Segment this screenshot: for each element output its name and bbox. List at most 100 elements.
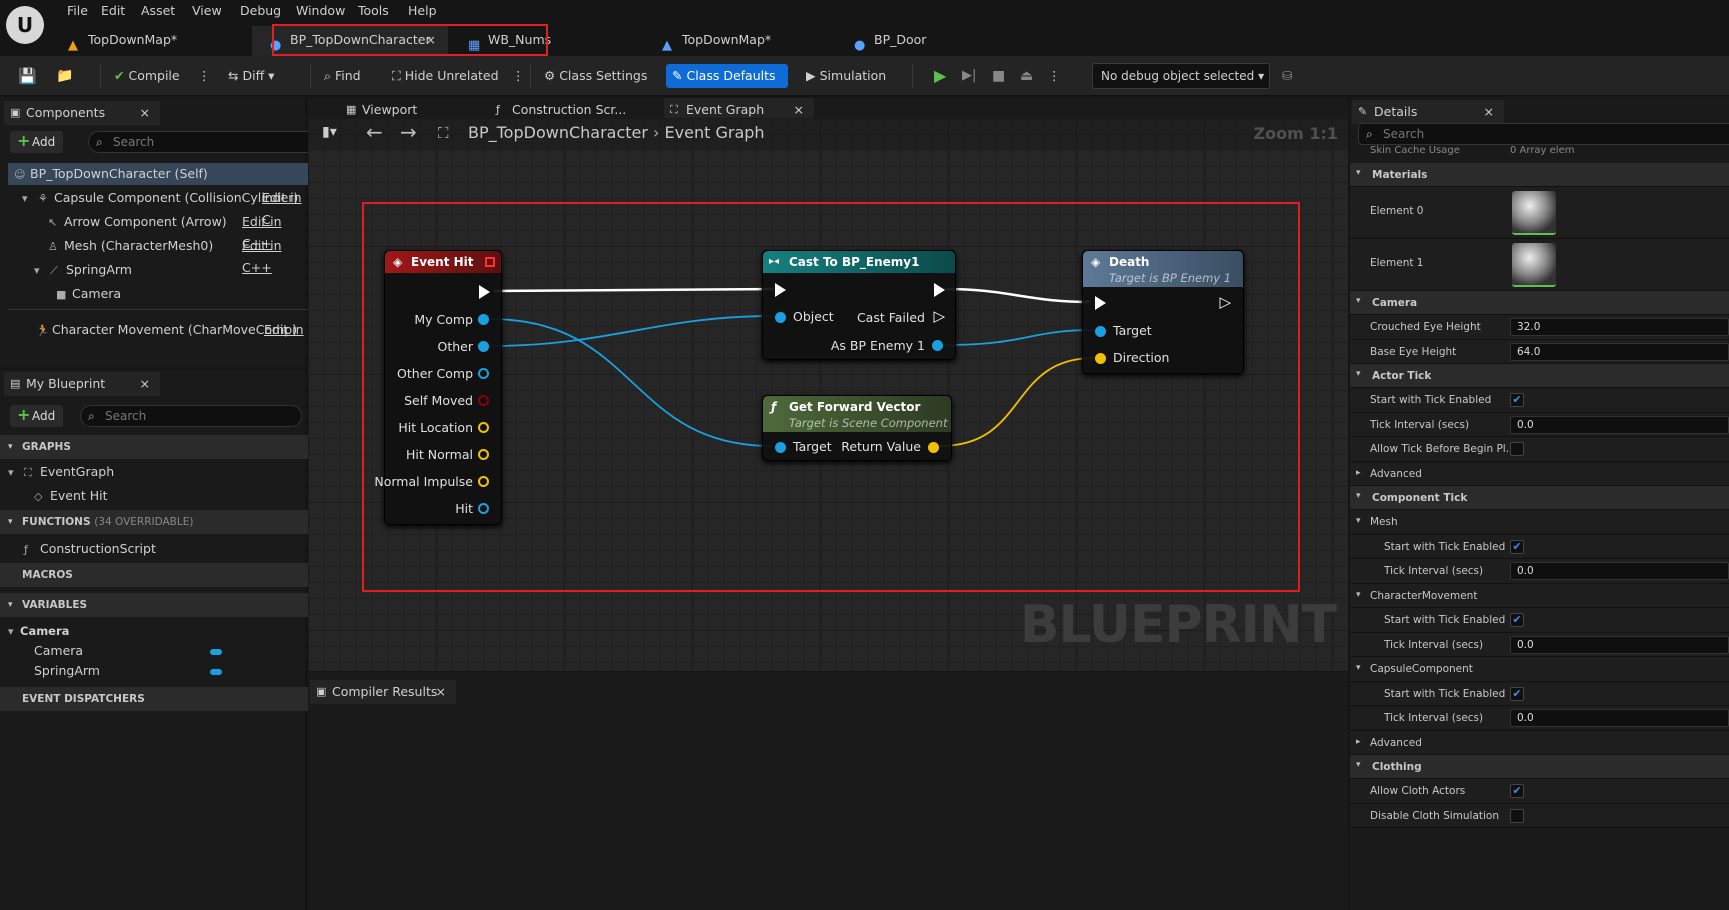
save-icon[interactable]: 💾 (12, 64, 43, 88)
detail-subsection[interactable]: ▾ CapsuleComponent (1350, 657, 1729, 682)
my-blueprint-search-input[interactable]: ⌕ Search (80, 405, 302, 427)
menu-view[interactable]: View (192, 3, 222, 18)
detail-checkbox[interactable]: ✔ (1510, 784, 1524, 798)
detail-collapsed[interactable]: ▸ Advanced (1350, 461, 1729, 486)
detail-value-field[interactable]: 0.0 (1510, 635, 1729, 654)
my-blueprint-panel: ▤My Blueprint× Add ⌕Search ⚙ ▾GRAPHS+ ▾⛶… (0, 370, 330, 910)
detail-section[interactable]: ▾ Materials (1350, 163, 1729, 187)
event-graph-canvas[interactable]: ▮▾ ← → ⛶ BP_TopDownCharacter › Event Gra… (308, 118, 1348, 671)
menu-edit[interactable]: Edit (101, 3, 125, 18)
detail-section[interactable]: ▾ Actor Tick (1350, 364, 1729, 388)
detail-checkbox[interactable]: ✔ (1510, 686, 1524, 701)
debug-filter-icon[interactable]: ⛁ (1276, 64, 1298, 88)
menu-asset[interactable]: Asset (141, 3, 175, 18)
menu-window[interactable]: Window (296, 3, 345, 18)
compile-options-icon[interactable]: ⋮ (192, 64, 217, 88)
chevron-down-icon: ▾ (1258, 69, 1265, 83)
class-defaults-icon: ✎ (672, 68, 683, 83)
tab-topdownmap-1[interactable]: ▲ TopDownMap* (50, 26, 240, 56)
detail-checkbox[interactable]: ✔ (1510, 613, 1524, 627)
material-thumbnail[interactable] (1512, 243, 1556, 287)
variable-category-camera[interactable]: ▾ Camera (8, 620, 69, 642)
menu-debug[interactable]: Debug (240, 3, 281, 18)
component-springarm[interactable]: ▾ ⟋ SpringArm (34, 259, 132, 281)
blueprint-icon: ▤ (10, 377, 21, 390)
component-arrow[interactable]: ↖ Arrow Component (Arrow) (48, 211, 227, 233)
tab-components[interactable]: ▣ Components × (4, 101, 160, 125)
search-icon: ⌕ (96, 135, 103, 149)
detail-value2: Tick Interval (secs) 0.0 (1350, 632, 1729, 657)
component-mesh[interactable]: ♙ Mesh (CharacterMesh0) (48, 235, 213, 257)
stop-icon[interactable]: ■ (986, 64, 1011, 88)
detail-checkbox[interactable]: ✔ (1510, 393, 1524, 407)
components-search-input[interactable]: ⌕ Search (88, 131, 326, 153)
play-options-icon[interactable]: ⋮ (1042, 64, 1067, 88)
expand-icon: ▾ (1356, 589, 1361, 600)
variables-section[interactable]: ▾VARIABLES+ (0, 593, 330, 617)
function-item-constructionscript[interactable]: ƒ ConstructionScript (24, 538, 156, 560)
detail-value-field[interactable]: 0.0 (1510, 709, 1729, 727)
tab-details[interactable]: ✎ Details × (1352, 100, 1504, 124)
unreal-logo-icon[interactable]: U (6, 6, 44, 44)
details-search-input[interactable]: ⌕ Search (1358, 123, 1729, 145)
detail-value-field[interactable]: 64.0 (1510, 342, 1729, 361)
simulation-button[interactable]: ▶ Simulation (800, 64, 892, 88)
detail-section[interactable]: ▾ Camera (1350, 291, 1729, 315)
detail-value-field[interactable]: 32.0 (1510, 318, 1729, 336)
graph-item-event-hit[interactable]: ◇ Event Hit (34, 485, 108, 507)
menu-file[interactable]: File (67, 3, 88, 18)
variable-camera[interactable]: Camera (34, 640, 83, 662)
menu-help[interactable]: Help (408, 3, 437, 18)
tab-compiler-results[interactable]: ▣ Compiler Results × (310, 680, 456, 704)
menu-tools[interactable]: Tools (358, 3, 389, 18)
detail-checkbox[interactable]: ✔ (1510, 539, 1524, 554)
search-icon: ⌕ (1366, 127, 1373, 141)
tab-my-blueprint[interactable]: ▤ My Blueprint × (4, 372, 160, 396)
detail-collapsed[interactable]: ▸ Advanced (1350, 730, 1729, 755)
component-self[interactable]: ☺ BP_TopDownCharacter (Self) (8, 163, 330, 185)
detail-label: CharacterMovement (1370, 589, 1478, 602)
component-character-movement[interactable]: 🏃 Character Movement (CharMoveComp) (36, 319, 297, 341)
debug-object-select[interactable]: No debug object selected ▾ (1092, 63, 1270, 89)
detail-checkbox[interactable] (1510, 442, 1524, 456)
browse-icon[interactable]: 📁 (50, 64, 79, 88)
detail-check2: Start with Tick Enabled ✔ (1350, 534, 1729, 559)
variable-springarm[interactable]: SpringArm (34, 660, 100, 682)
class-defaults-button[interactable]: ✎ Class Defaults (666, 64, 788, 88)
compile-button[interactable]: ✔ Compile (108, 64, 186, 88)
close-panel-icon[interactable]: × (140, 101, 150, 125)
edit-in-cpp-link[interactable]: Edit in (264, 319, 304, 341)
detail-section[interactable]: ▾ Clothing (1350, 755, 1729, 779)
detail-section[interactable]: ▾ Component Tick (1350, 486, 1729, 510)
close-panel-icon[interactable]: × (140, 372, 150, 396)
event-dispatchers-section[interactable]: EVENT DISPATCHERS+ (0, 687, 330, 711)
functions-section[interactable]: ▾FUNCTIONS (34 OVERRIDABLE)+ (0, 510, 330, 534)
find-button[interactable]: ⌕ Find (318, 64, 367, 88)
detail-value-field[interactable]: 0.0 (1510, 415, 1729, 434)
graph-item-eventgraph[interactable]: ▾ ⛶ EventGraph (8, 461, 114, 483)
close-panel-icon[interactable]: × (1484, 100, 1494, 124)
detail-subsection[interactable]: ▾ Mesh (1350, 510, 1729, 535)
detail-checkbox[interactable] (1510, 808, 1524, 823)
add-component-button[interactable]: Add (10, 130, 64, 153)
macros-section[interactable]: MACROS+ (0, 563, 330, 587)
detail-value-field[interactable]: 0.0 (1510, 562, 1729, 580)
edit-in-cpp-link[interactable]: Edit in C++ (242, 235, 305, 279)
play-icon[interactable]: ▶ (928, 64, 952, 88)
eject-icon[interactable]: ⏏ (1014, 64, 1039, 88)
tab-topdownmap-2[interactable]: ▲ TopDownMap* (644, 26, 834, 56)
diff-button[interactable]: ⇆ Diff ▾ (222, 64, 280, 88)
detail-check: Allow Tick Before Begin Pl... (1350, 437, 1729, 462)
component-capsule[interactable]: ▾ ⚘ Capsule Component (CollisionCylinder) (22, 187, 298, 209)
component-camera[interactable]: ■ Camera (56, 283, 121, 305)
material-thumbnail[interactable] (1512, 191, 1556, 235)
more-options-icon[interactable]: ⋮ (506, 64, 531, 88)
graphs-section[interactable]: ▾GRAPHS+ (0, 435, 330, 459)
add-blueprint-item-button[interactable]: Add (10, 404, 64, 427)
tab-bp-door[interactable]: ● BP_Door (836, 26, 1026, 56)
frame-step-icon[interactable]: ▶| (956, 64, 982, 88)
close-panel-icon[interactable]: × (436, 680, 446, 704)
detail-subsection[interactable]: ▾ CharacterMovement (1350, 583, 1729, 608)
class-settings-button[interactable]: ⚙ Class Settings (538, 64, 653, 88)
hide-unrelated-button[interactable]: ⛶ Hide Unrelated (386, 64, 505, 88)
